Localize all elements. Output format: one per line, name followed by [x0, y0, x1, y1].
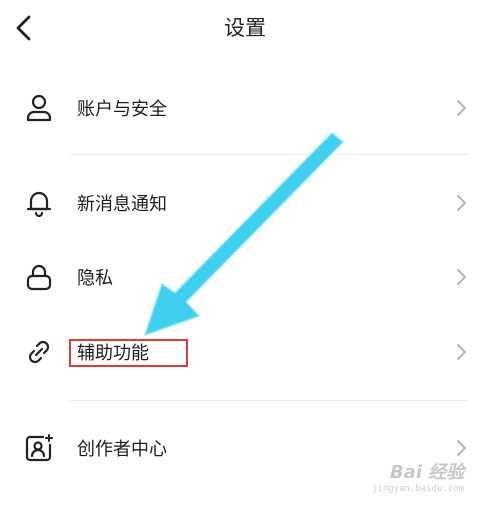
- watermark-url: jingyan.baidu.com: [372, 484, 465, 494]
- watermark-text: Bai 经验: [390, 462, 465, 483]
- annotation-arrow-icon: [144, 132, 344, 336]
